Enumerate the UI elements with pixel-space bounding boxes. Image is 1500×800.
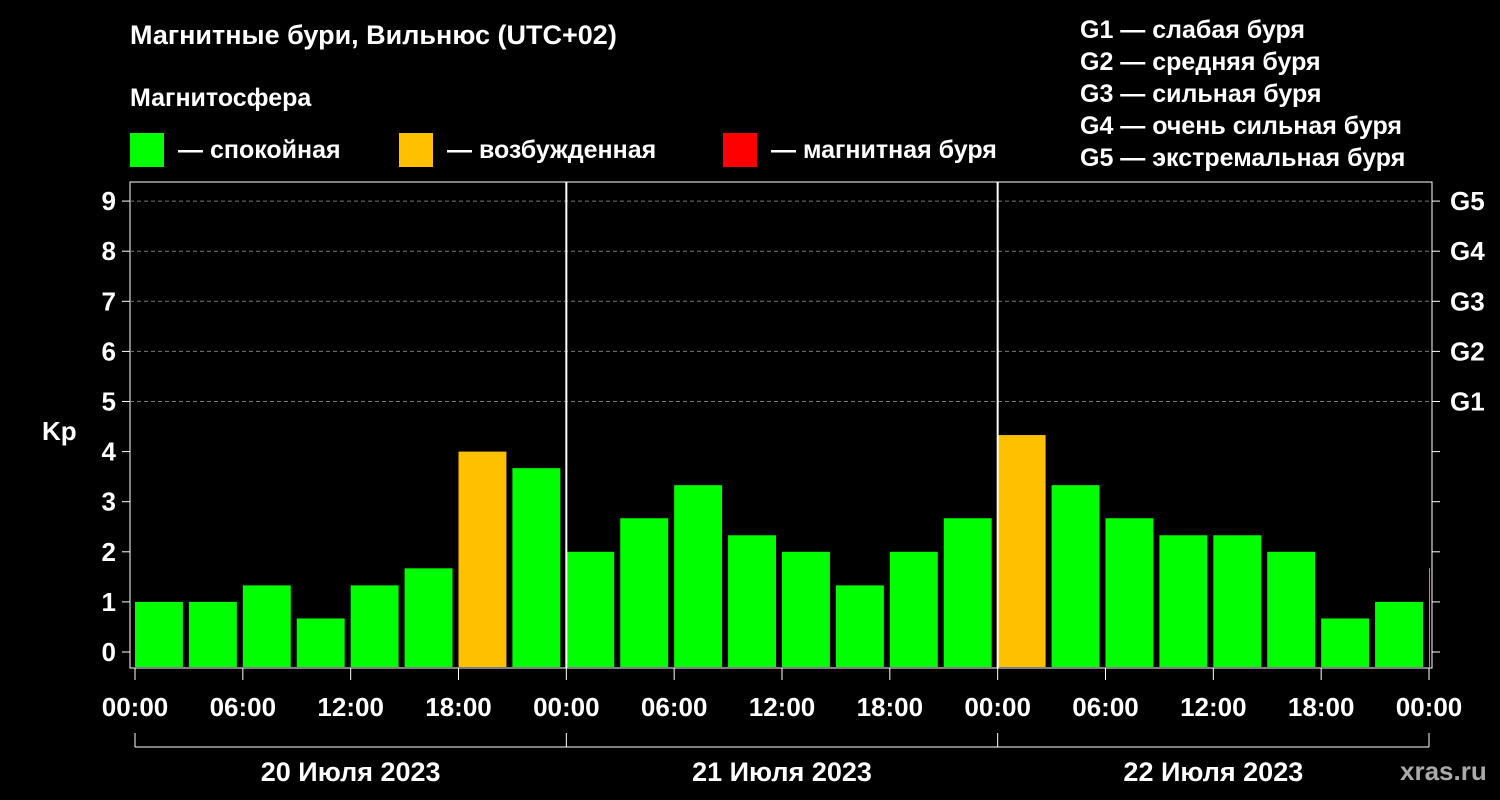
g-level-label: G2 [1450,336,1485,366]
x-tick-label: 00:00 [1396,692,1463,722]
day-label: 21 Июля 2023 [692,757,872,787]
g-level-label: G4 [1450,236,1485,266]
x-tick-label: 12:00 [749,692,816,722]
kp-bar [889,551,938,667]
kp-bar [566,551,615,667]
kp-bar [135,601,183,667]
y-tick-label: 9 [102,186,116,216]
y-tick-label: 2 [102,537,116,567]
x-tick-label: 00:00 [964,692,1031,722]
watermark: xras.ru [1400,756,1487,786]
kp-bar [1159,535,1208,667]
x-tick-label: 06:00 [210,692,277,722]
g-level-label: G3 [1450,286,1485,316]
day-label: 22 Июля 2023 [1123,757,1303,787]
y-tick-label: 0 [102,637,116,667]
x-tick-label: 12:00 [1180,692,1247,722]
y-axis-label: Kp [42,416,77,446]
x-tick-label: 18:00 [857,692,924,722]
y-tick-label: 6 [102,336,116,366]
kp-chart: 0 1 2 3 4 5 6 7 8 9 G1 G2 G3 G4 G5 Kp 00:00 06:00 12:00 18:… [42,181,1485,787]
x-tick-label: 18:00 [1288,692,1355,722]
kp-bar [188,601,237,667]
g-level-label: G1 [1450,387,1485,417]
kp-bar [1429,568,1430,667]
kp-bar [943,518,992,667]
x-tick-label: 00:00 [102,692,169,722]
kp-bar [242,585,291,667]
kp-bar [1375,601,1423,667]
kp-bar [1051,485,1100,667]
g-level-label: G5 [1450,186,1485,216]
kp-bar [404,568,453,667]
kp-bar [728,535,776,667]
kp-bar [350,585,399,667]
y-tick-label: 5 [102,387,116,417]
y-tick-label: 8 [102,236,116,266]
kp-bar [1213,535,1262,667]
kp-bar [674,485,723,667]
kp-bar [1321,618,1370,667]
kp-bar [458,451,507,667]
y-tick-label: 4 [102,437,117,467]
x-tick-label: 18:00 [425,692,492,722]
kp-bar [620,518,669,667]
kp-bar [997,435,1046,667]
x-tick-label: 06:00 [641,692,708,722]
y-tick-label: 3 [102,487,116,517]
y-tick-label: 1 [102,587,116,617]
kp-bar [1105,518,1154,667]
kp-bar [782,551,830,667]
x-tick-label: 12:00 [317,692,384,722]
kp-bar [835,585,884,667]
kp-bar [512,468,561,667]
x-tick-label: 00:00 [533,692,600,722]
x-tick-label: 06:00 [1072,692,1139,722]
day-label: 20 Июля 2023 [261,757,441,787]
kp-bar [296,618,345,667]
y-tick-label: 7 [102,286,116,316]
kp-bar [1267,551,1316,667]
